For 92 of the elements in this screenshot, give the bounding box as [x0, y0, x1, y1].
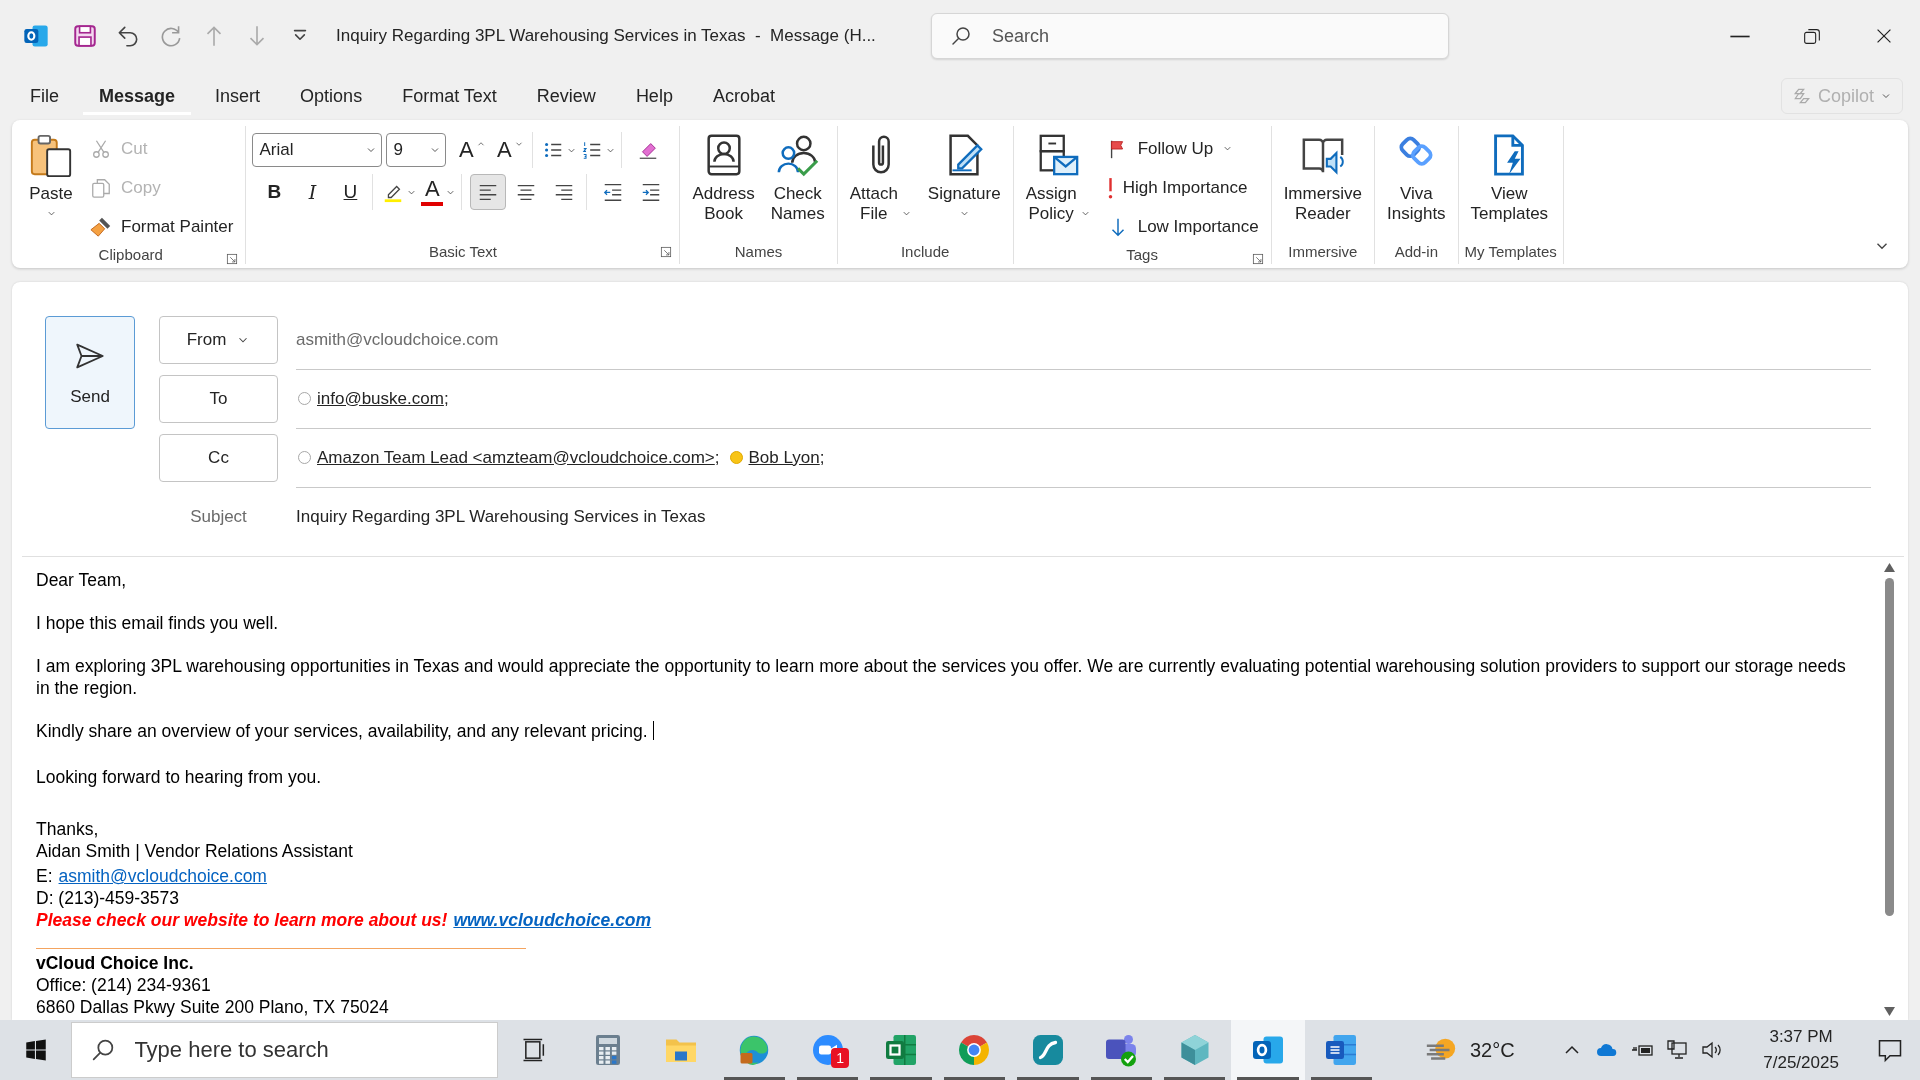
- ribbon-button[interactable]: High Importance: [1100, 169, 1265, 206]
- separator-text: ;: [714, 447, 720, 468]
- align-left-button[interactable]: [470, 174, 507, 210]
- ribbon-button[interactable]: Address Book: [686, 128, 761, 229]
- expand-corner-icon: [1250, 252, 1265, 266]
- group-label: Clipboard: [98, 246, 163, 263]
- search-field[interactable]: Search: [931, 13, 1449, 59]
- phone-text: D: (213)-459-3573: [36, 887, 180, 909]
- separator-text: ;: [819, 447, 825, 468]
- bold-button[interactable]: B: [256, 174, 293, 210]
- menu-tab[interactable]: Acrobat: [696, 77, 791, 115]
- ribbon-button[interactable]: Paste: [22, 128, 80, 224]
- exclamation-icon: [1106, 176, 1114, 199]
- status-circle-icon: [298, 451, 311, 464]
- company-name: vCloud Choice Inc.: [36, 952, 195, 974]
- sender-address: asmith@vcloudchoice.com: [296, 329, 499, 350]
- menu-tab[interactable]: Review: [520, 77, 612, 115]
- website-link[interactable]: www.vcloudchoice.com: [453, 909, 652, 931]
- address-text: 6860 Dallas Pkwy Suite 200 Plano, TX 75024: [36, 996, 390, 1018]
- promo-text: Please check our website to learn more about us!: [36, 909, 448, 931]
- separator-text: ;: [443, 388, 449, 409]
- window-title: Inquiry Regarding 3PL Warehousing Services in Texas - Message (H...: [336, 26, 877, 46]
- ribbon-button[interactable]: Immersive Reader: [1277, 128, 1369, 229]
- ribbon-button[interactable]: Signature: [921, 128, 1007, 224]
- email-link[interactable]: asmith@vcloudchoice.com: [58, 865, 267, 887]
- recipient-field-button[interactable]: To: [159, 375, 278, 423]
- ribbon-button[interactable]: Follow Up: [1100, 130, 1265, 167]
- group-label: Add-in: [1394, 242, 1438, 260]
- scroll-down-icon[interactable]: [1883, 1007, 1895, 1016]
- expand-corner-icon: [225, 252, 240, 266]
- status-circle-icon: [298, 392, 311, 405]
- paintbrush-icon: [90, 215, 112, 238]
- underline-button[interactable]: U: [332, 174, 369, 210]
- taskbar-search-field[interactable]: Type here to search: [71, 1022, 498, 1078]
- menu-tab[interactable]: Options: [284, 77, 379, 115]
- body-paragraph: Kindly share an overview of your services, availability, and any relevant pricing.: [36, 720, 1854, 742]
- clock-date[interactable]: 7/25/2025: [1763, 1050, 1839, 1076]
- save-icon: [72, 23, 98, 49]
- copy-icon: [90, 176, 112, 199]
- body-paragraph: I am exploring 3PL warehousing opportunities in Texas and would appreciate the opportunity to learn more about the services you offer. We are currently evaluating potential warehousing solution providers to support our storage needs in the region.: [36, 655, 1847, 699]
- taskbar-app-button[interactable]: 1: [791, 1020, 865, 1080]
- search-icon: [949, 24, 973, 48]
- recipient-field-button[interactable]: Cc: [159, 434, 278, 482]
- recipient-name[interactable]: Bob Lyon: [748, 447, 820, 468]
- copilot-icon: [1791, 86, 1812, 106]
- menu-tab[interactable]: File: [14, 77, 75, 115]
- taskbar-app-button[interactable]: [1231, 1020, 1305, 1080]
- font-color-button[interactable]: A: [420, 174, 458, 210]
- subject-label: Subject: [189, 506, 248, 528]
- send-button[interactable]: Send: [45, 316, 135, 429]
- font-name-dropdown[interactable]: Arial: [252, 133, 383, 167]
- ribbon-button[interactable]: Format Painter: [84, 208, 240, 245]
- group-label: My Templates: [1464, 242, 1557, 260]
- group-label: Names: [734, 242, 783, 260]
- closing-text: Thanks,: [36, 818, 100, 840]
- body-paragraph: Dear Team,: [36, 569, 128, 591]
- italic-button[interactable]: I: [294, 174, 331, 210]
- office-phone: Office: (214) 234-9361: [36, 974, 212, 996]
- menu-tab[interactable]: Insert: [199, 77, 277, 115]
- recipient-name[interactable]: Amazon Team Lead <amzteam@vcloudchoice.com>: [317, 447, 715, 468]
- group-label: Tags: [1126, 246, 1158, 263]
- ribbon-button[interactable]: Assign Policy: [1019, 128, 1097, 229]
- expand-corner-icon: [659, 245, 674, 259]
- ribbon-button[interactable]: View Templates: [1464, 128, 1555, 229]
- temperature-text[interactable]: 32°C: [1469, 1038, 1515, 1062]
- clipboard-icon: [28, 132, 74, 178]
- minimize-icon: [1729, 34, 1751, 38]
- group-label: Include: [900, 242, 950, 260]
- scroll-thumb[interactable]: [1884, 578, 1894, 916]
- notification-badge: 1: [831, 1048, 850, 1068]
- body-paragraph: I hope this email finds you well.: [36, 612, 280, 634]
- menu-tab[interactable]: Format Text: [386, 77, 513, 115]
- ribbon-button[interactable]: Viva Insights: [1381, 128, 1452, 229]
- away-status-icon: [729, 451, 743, 464]
- ribbon-button[interactable]: Check Names: [764, 128, 831, 229]
- menu-tab[interactable]: Help: [619, 77, 689, 115]
- ribbon-button[interactable]: Attach File: [843, 128, 918, 229]
- ribbon-button[interactable]: Low Importance: [1100, 208, 1265, 245]
- from-button[interactable]: From: [159, 316, 278, 364]
- subject-text[interactable]: Inquiry Regarding 3PL Warehousing Services in Texas: [296, 507, 706, 527]
- signature-name: Aidan Smith | Vendor Relations Assistant: [36, 840, 354, 862]
- group-label: Basic Text: [428, 242, 497, 260]
- body-paragraph: Looking forward to hearing from you.: [36, 766, 323, 788]
- scroll-up-icon[interactable]: [1883, 563, 1895, 572]
- network-icon: [1665, 1038, 1690, 1062]
- clock-time[interactable]: 3:37 PM: [1769, 1024, 1833, 1050]
- grow-font-button[interactable]: A: [454, 132, 491, 168]
- shrink-font-button[interactable]: A: [492, 132, 529, 168]
- group-label: Immersive: [1288, 242, 1358, 260]
- font-size-dropdown[interactable]: 9: [386, 133, 447, 167]
- recipient-name[interactable]: info@buske.com: [317, 388, 444, 409]
- email-label: E:: [36, 865, 53, 887]
